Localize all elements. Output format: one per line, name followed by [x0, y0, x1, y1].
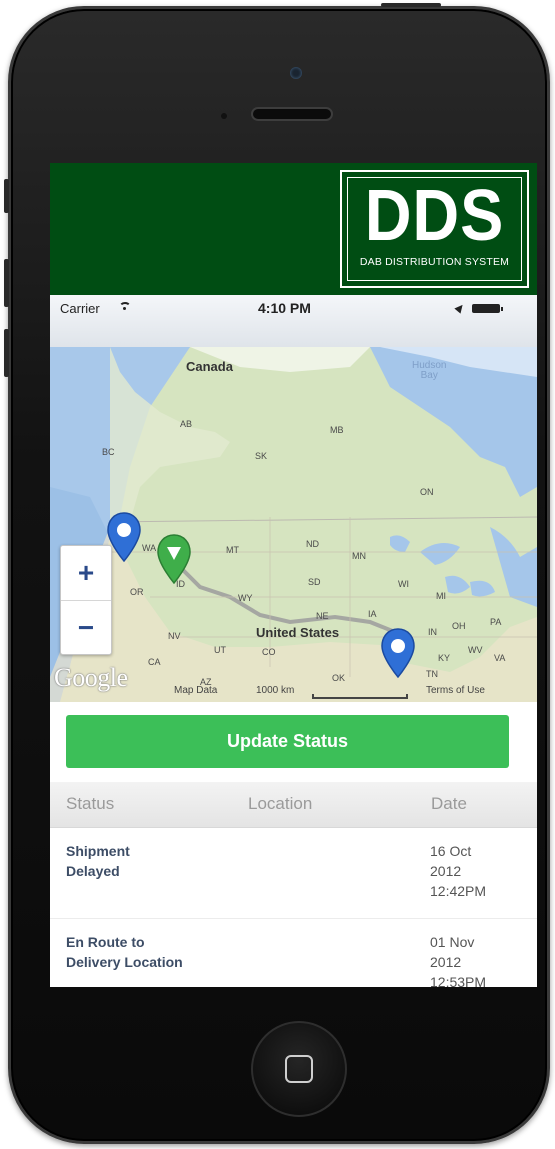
- zoom-out-button[interactable]: −: [61, 600, 111, 655]
- table-header: Status Location Date: [50, 782, 537, 828]
- map-scale-bar: [312, 694, 408, 699]
- map-label-tn: TN: [426, 669, 438, 679]
- proximity-sensor: [221, 113, 227, 119]
- table-row[interactable]: En Route to Delivery Location 01 Nov 201…: [50, 919, 537, 987]
- home-button[interactable]: [251, 1021, 347, 1117]
- map-label-pa: PA: [490, 617, 502, 627]
- map-label-united-states: United States: [256, 625, 340, 640]
- google-logo: Google: [54, 663, 128, 692]
- column-header-status[interactable]: Status: [66, 794, 114, 814]
- map-label-mt: MT: [226, 545, 239, 555]
- map-label-nv: NV: [168, 631, 181, 641]
- date-cell: 16 Oct 2012 12:42PM: [430, 843, 487, 899]
- status-cell: En Route to Delivery Location: [66, 934, 183, 970]
- home-square-icon: [285, 1055, 313, 1083]
- map-label-mn: MN: [352, 551, 366, 561]
- map-label-wi: WI: [398, 579, 409, 589]
- table-row[interactable]: Shipment Delayed 16 Oct 2012 12:42PM: [50, 828, 537, 919]
- power-button: [381, 3, 441, 7]
- map-label-or: OR: [130, 587, 144, 597]
- map-label-canada: Canada: [186, 359, 233, 374]
- map-label-on: ON: [420, 487, 434, 497]
- map-label-bc: BC: [102, 447, 115, 457]
- location-arrow-icon: [454, 302, 466, 314]
- map-scale-label: 1000 km: [256, 685, 295, 696]
- date-cell: 01 Nov 2012 12:53PM: [430, 934, 487, 987]
- map-label-ok: OK: [332, 673, 346, 683]
- map-zoom-control: + −: [60, 545, 112, 655]
- logo-title: DDS: [364, 176, 505, 256]
- map-label-hudson-bay: Hudson Bay: [412, 360, 447, 381]
- battery-icon: [472, 304, 503, 313]
- map-label-wa: WA: [142, 543, 157, 553]
- app-header: DDS DAB DISTRIBUTION SYSTEM: [50, 163, 537, 295]
- dds-logo: DDS DAB DISTRIBUTION SYSTEM: [340, 170, 529, 288]
- wifi-icon: [119, 302, 131, 312]
- map-label-va: VA: [494, 653, 506, 663]
- update-status-button[interactable]: Update Status: [66, 715, 509, 768]
- map-label-sk: SK: [255, 451, 268, 461]
- map-label-mb: MB: [330, 425, 344, 435]
- map-label-ky: KY: [438, 653, 451, 663]
- volume-up-button: [4, 259, 9, 307]
- map-label-ab: AB: [180, 419, 193, 429]
- map-label-wv: WV: [468, 645, 483, 655]
- status-cell: Shipment Delayed: [66, 843, 130, 879]
- map-label-mi: MI: [436, 591, 446, 601]
- terms-of-use-link[interactable]: Terms of Use: [426, 685, 485, 696]
- ios-status-bar: Carrier 4:10 PM: [50, 295, 537, 347]
- zoom-in-button[interactable]: +: [61, 546, 111, 600]
- carrier-label: Carrier: [60, 301, 100, 316]
- map-label-in: IN: [428, 627, 437, 637]
- column-header-date[interactable]: Date: [431, 794, 467, 814]
- map-pin-destination[interactable]: [380, 627, 416, 679]
- map-pin-current[interactable]: [156, 533, 192, 585]
- map-label-co: CO: [262, 647, 276, 657]
- mute-switch: [4, 179, 9, 213]
- logo-subtitle: DAB DISTRIBUTION SYSTEM: [359, 256, 510, 268]
- front-camera: [290, 67, 302, 79]
- map-label-ca: CA: [148, 657, 161, 667]
- shipment-map[interactable]: Canada Hudson Bay BC AB SK MB ON WA MT N…: [50, 347, 537, 702]
- map-label-nd: ND: [306, 539, 319, 549]
- app-screen: DDS DAB DISTRIBUTION SYSTEM Carrier 4:10…: [50, 163, 537, 987]
- column-header-location[interactable]: Location: [248, 794, 312, 814]
- clock-time: 4:10 PM: [258, 300, 311, 316]
- map-label-sd: SD: [308, 577, 321, 587]
- map-label-ne: NE: [316, 611, 329, 621]
- volume-down-button: [4, 329, 9, 377]
- map-label-ut: UT: [214, 645, 226, 655]
- earpiece-speaker: [251, 107, 333, 121]
- map-label-ia: IA: [368, 609, 377, 619]
- map-label-oh: OH: [452, 621, 466, 631]
- map-label-wy: WY: [238, 593, 253, 603]
- map-data-link[interactable]: Map Data: [174, 685, 217, 696]
